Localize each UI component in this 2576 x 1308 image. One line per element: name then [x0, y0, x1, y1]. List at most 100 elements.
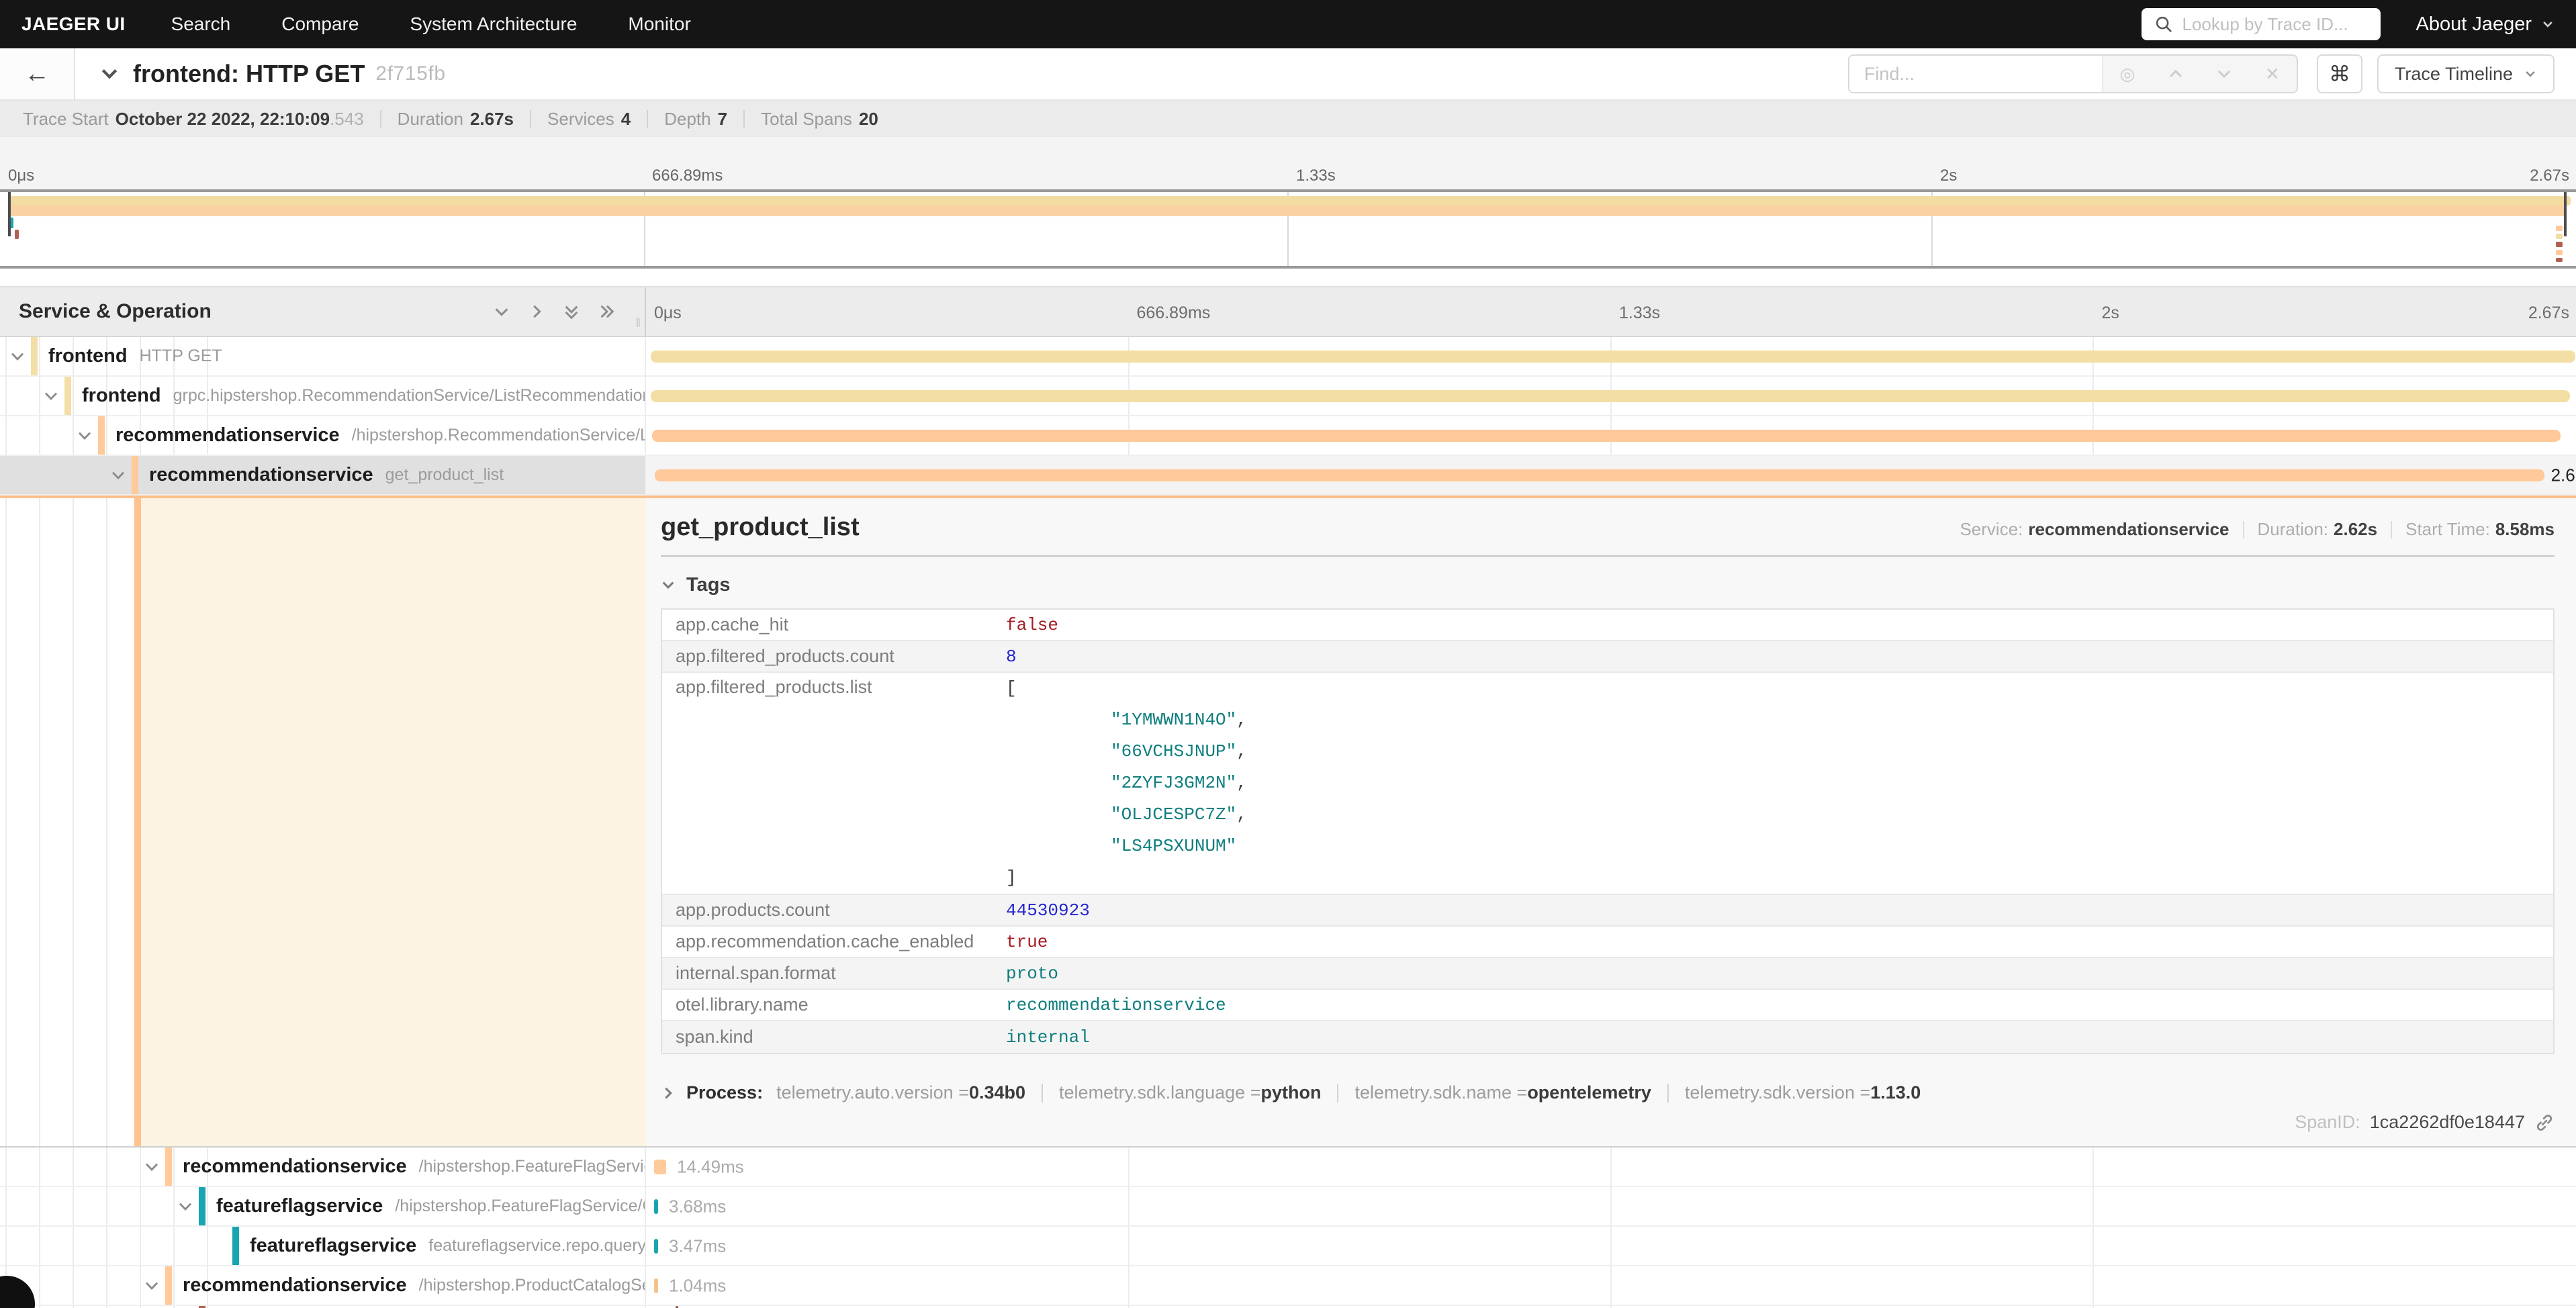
jaeger-trace-page: JAEGER UI Search Compare System Architectu…	[0, 0, 2576, 1308]
span-row-name-cell[interactable]: featureflagservicefeatureflagservice.rep…	[0, 1227, 646, 1265]
span-row-timeline-cell[interactable]: 14.49ms	[646, 1148, 2576, 1186]
deep-link-icon[interactable]	[2534, 1113, 2555, 1133]
span-children-collapse-icon[interactable]	[176, 1199, 195, 1215]
span-duration-bar[interactable]	[651, 390, 2570, 402]
tag-row: app.cache_hitfalse	[662, 610, 2553, 641]
span-duration-bar[interactable]	[655, 469, 2544, 481]
back-button[interactable]: ←	[0, 48, 75, 99]
duration-label: Duration:	[2258, 519, 2329, 540]
nav-item-system-architecture[interactable]: System Architecture	[410, 13, 577, 35]
trace-title-collapse-icon[interactable]	[99, 64, 120, 84]
tags-accordion-header[interactable]: Tags	[661, 574, 2555, 596]
span-service-name: featureflagservice	[250, 1235, 416, 1257]
find-input[interactable]	[1849, 56, 2102, 92]
span-row: frontendHTTP GET	[0, 337, 2576, 377]
summary-stat-label: Depth	[664, 109, 710, 130]
expand-all-icon[interactable]	[598, 303, 615, 320]
tag-value: proto	[1006, 964, 1058, 984]
nav-item-monitor[interactable]: Monitor	[628, 13, 690, 35]
span-operation-name: /hipstershop.FeatureFlagService/Ge...	[395, 1197, 646, 1216]
span-row-name-cell[interactable]: recommendationservice get_product_list	[0, 456, 646, 494]
span-children-collapse-icon[interactable]	[8, 348, 27, 365]
trace-lookup-input[interactable]	[2182, 14, 2367, 35]
span-row-timeline-cell[interactable]: 1.04ms	[646, 1266, 2576, 1305]
span-duration-tick[interactable]	[654, 1239, 658, 1254]
span-detail-indent-column	[0, 498, 646, 1146]
find-prev-icon[interactable]	[2152, 56, 2200, 92]
trace-start-ms: .543	[330, 109, 364, 130]
span-row-name-cell[interactable]: recommendationservice/hipstershop.Produc…	[0, 1266, 646, 1305]
span-duration-label: 3.68ms	[669, 1196, 726, 1217]
span-duration-tick[interactable]	[654, 1160, 666, 1174]
app-logo[interactable]: JAEGER UI	[21, 13, 126, 35]
minimap-canvas[interactable]	[0, 189, 2576, 269]
span-children-collapse-icon[interactable]	[142, 1159, 161, 1175]
span-row-timeline-cell[interactable]	[646, 337, 2576, 375]
tag-key: app.recommendation.cache_enabled	[662, 931, 1006, 952]
span-operation-name: get_product_list	[385, 465, 504, 485]
span-children-collapse-icon[interactable]	[142, 1278, 161, 1294]
span-row-name-cell[interactable]: recommendationservice/hipstershop.Featur…	[0, 1148, 646, 1186]
span-row: featureflagservicefeatureflagservice.rep…	[0, 1227, 2576, 1266]
tick-label: 0μs	[0, 167, 34, 185]
minimap-drag-handle[interactable]	[8, 192, 11, 236]
span-duration-tick[interactable]	[654, 1199, 658, 1214]
keyboard-shortcuts-button[interactable]: ⌘	[2317, 54, 2362, 93]
expand-one-icon[interactable]	[528, 303, 545, 320]
summary-stat-value: 7	[718, 109, 727, 130]
tag-key: internal.span.format	[662, 963, 1006, 984]
span-service-name: recommendationservice	[149, 464, 373, 486]
span-row-name-cell[interactable]: frontendgrpc.hipstershop.RecommendationS…	[0, 377, 646, 415]
summary-separator	[380, 110, 381, 128]
find-clear-icon[interactable]: ✕	[2248, 56, 2297, 92]
span-row-name-cell[interactable]: featureflagservice/hipstershop.FeatureFl…	[0, 1187, 646, 1225]
find-focus-icon[interactable]: ◎	[2103, 56, 2152, 92]
tag-key: app.cache_hit	[662, 614, 1006, 635]
span-row-name-cell[interactable]: frontendHTTP GET	[0, 337, 646, 375]
summary-stat-label: Services	[547, 109, 614, 130]
summary-stat-label: Duration	[398, 109, 463, 130]
collapse-one-icon[interactable]	[493, 303, 510, 320]
collapse-all-icon[interactable]	[563, 303, 580, 320]
span-children-collapse-icon[interactable]	[42, 388, 60, 404]
trace-summary-bar: Trace Start October 22 2022, 22:10:09 .5…	[0, 101, 2576, 137]
find-next-icon[interactable]	[2200, 56, 2248, 92]
about-jaeger-menu[interactable]: About Jaeger	[2416, 13, 2555, 36]
process-separator	[1337, 1084, 1338, 1103]
process-accordion-header[interactable]: Process:	[661, 1082, 763, 1103]
span-row-timeline-cell[interactable]: 3.47ms	[646, 1227, 2576, 1265]
span-duration-tick[interactable]	[654, 1278, 658, 1293]
tag-value: 44530923	[1006, 900, 1090, 921]
span-operation-name: grpc.hipstershop.RecommendationService/L…	[173, 386, 646, 406]
span-children-collapse-icon[interactable]	[109, 467, 128, 483]
summary-stat-label: Total Spans	[761, 109, 852, 130]
find-bar: ◎ ✕	[1848, 54, 2298, 93]
find-controls: ◎ ✕	[2102, 56, 2297, 92]
span-row-timeline-cell[interactable]: 3.68ms	[646, 1187, 2576, 1225]
span-row-timeline-cell[interactable]: 2.62s	[646, 456, 2576, 494]
nav-item-compare[interactable]: Compare	[281, 13, 359, 35]
tag-key: span.kind	[662, 1027, 1006, 1047]
trace-title: frontend: HTTP GET	[133, 60, 365, 88]
span-id-row: SpanID: 1ca2262df0e18447	[2295, 1112, 2555, 1133]
chevron-down-icon	[661, 578, 676, 593]
span-row-name-cell[interactable]: recommendationservice/hipstershop.Recomm…	[0, 416, 646, 455]
span-children-collapse-icon[interactable]	[75, 428, 94, 444]
span-operation-name: /hipstershop.FeatureFlagService...	[419, 1157, 646, 1176]
span-duration-bar[interactable]	[652, 430, 2561, 442]
minimap-span-mark	[2556, 242, 2563, 247]
span-row-timeline-cell[interactable]	[646, 416, 2576, 455]
tags-accordion-label: Tags	[686, 574, 731, 596]
nav-item-search[interactable]: Search	[171, 13, 231, 35]
minimap-drag-handle[interactable]	[2564, 192, 2567, 236]
span-row-timeline-cell[interactable]	[646, 377, 2576, 415]
chevron-right-icon	[661, 1086, 676, 1101]
trace-view-selector[interactable]: Trace Timeline	[2377, 54, 2555, 93]
nav-right: About Jaeger	[2142, 8, 2555, 40]
span-operation-name: /hipstershop.RecommendationService/Lis..…	[352, 426, 646, 445]
tag-key: otel.library.name	[662, 994, 1006, 1015]
span-duration-bar[interactable]	[651, 351, 2575, 363]
span-detail-title: get_product_list	[661, 513, 860, 542]
tag-value-list: [ "1YMWWN1N4O", "66VCHSJNUP", "2ZYFJ3GM2…	[1006, 673, 1247, 894]
column-resizer[interactable]: ‖	[636, 316, 642, 330]
